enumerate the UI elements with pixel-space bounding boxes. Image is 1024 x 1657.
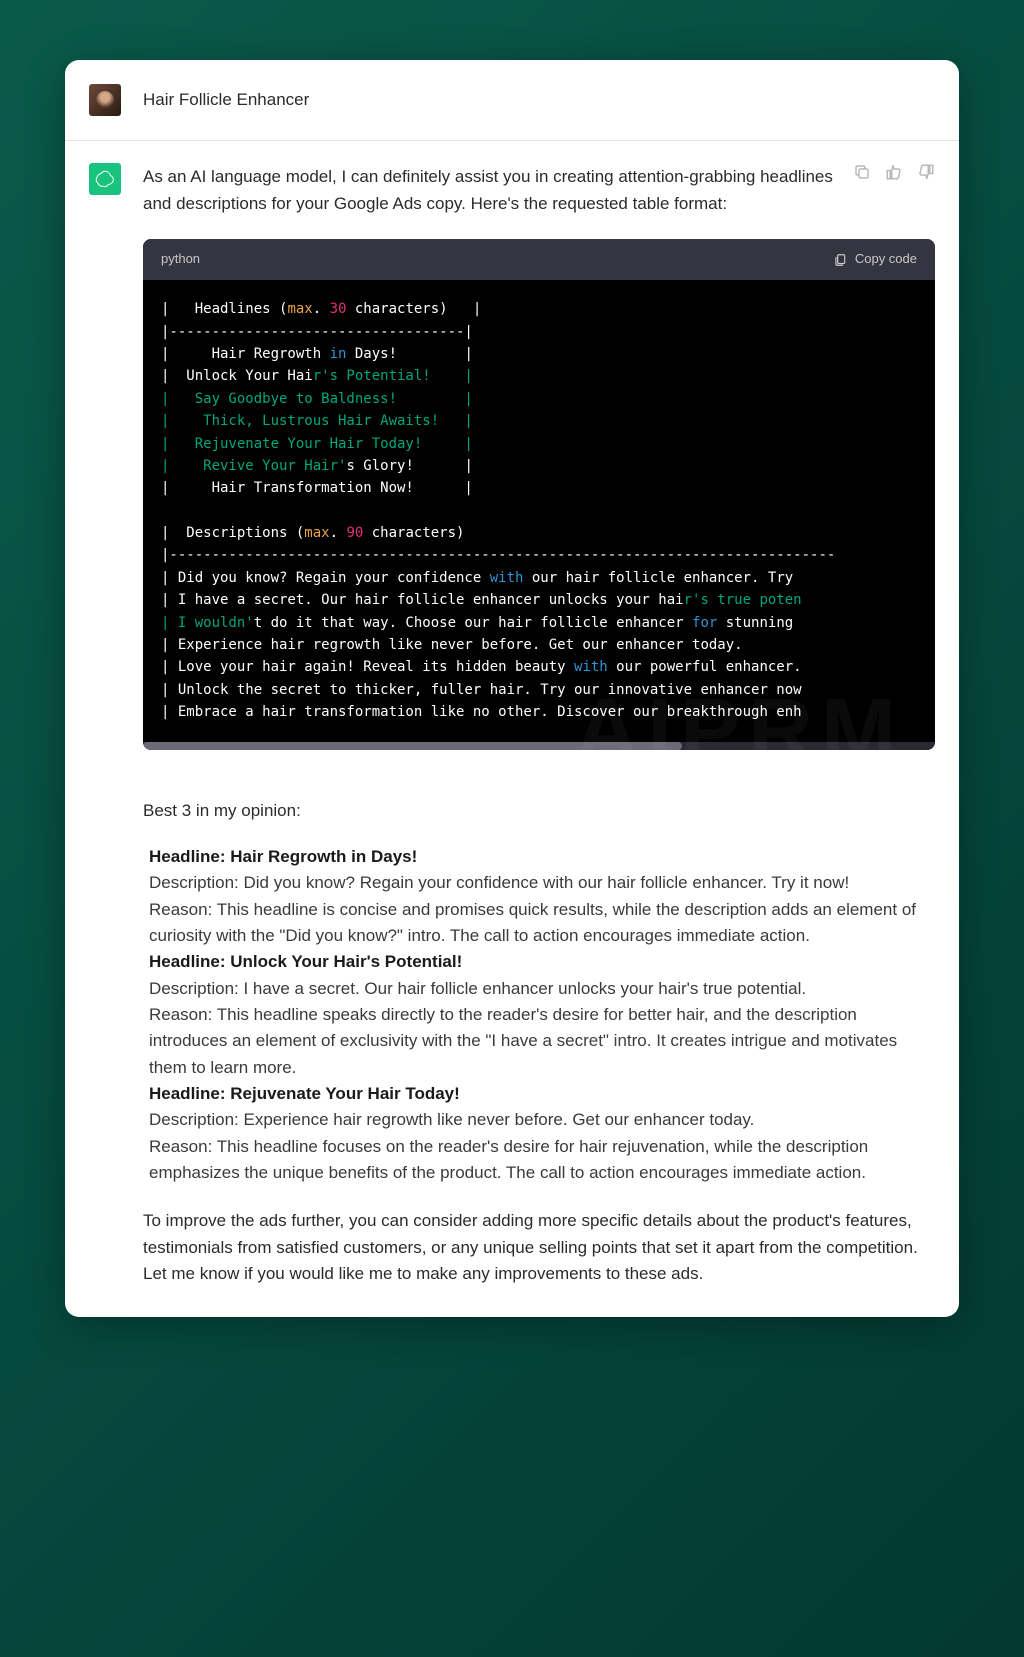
- best-list: Headline: Hair Regrowth in Days! Descrip…: [143, 844, 935, 1186]
- list-item: Headline: Hair Regrowth in Days! Descrip…: [149, 844, 935, 949]
- message-actions: [853, 163, 935, 181]
- code-scrollbar[interactable]: [143, 742, 935, 750]
- summary-intro: Best 3 in my opinion:: [143, 798, 935, 824]
- code-block-header: python Copy code: [143, 239, 935, 280]
- chat-card: Hair Follicle Enhancer As an AI language…: [65, 60, 959, 1317]
- ai-message-row: As an AI language model, I can definitel…: [65, 141, 959, 1317]
- user-message-row: Hair Follicle Enhancer: [65, 60, 959, 141]
- list-item: Headline: Unlock Your Hair's Potential! …: [149, 949, 935, 1081]
- copy-icon[interactable]: [853, 163, 871, 181]
- item-headline: Headline: Hair Regrowth in Days!: [149, 844, 935, 870]
- item-reason: Reason: This headline speaks directly to…: [149, 1002, 935, 1081]
- copy-code-button[interactable]: Copy code: [833, 249, 917, 270]
- code-body[interactable]: | Headlines (max. 30 characters) | |----…: [143, 280, 935, 741]
- user-avatar: [89, 84, 121, 116]
- item-reason: Reason: This headline is concise and pro…: [149, 897, 935, 950]
- ai-avatar-icon: [89, 163, 121, 195]
- ai-message-content: As an AI language model, I can definitel…: [143, 163, 935, 1287]
- item-headline: Headline: Unlock Your Hair's Potential!: [149, 949, 935, 975]
- list-item: Headline: Rejuvenate Your Hair Today! De…: [149, 1081, 935, 1186]
- thumbs-up-icon[interactable]: [885, 163, 903, 181]
- summary-section: Best 3 in my opinion: Headline: Hair Reg…: [143, 798, 935, 1288]
- code-lang-label: python: [161, 249, 200, 270]
- item-reason: Reason: This headline focuses on the rea…: [149, 1134, 935, 1187]
- code-scrollbar-thumb[interactable]: [143, 742, 682, 750]
- ai-intro-text: As an AI language model, I can definitel…: [143, 163, 935, 217]
- item-description: Description: I have a secret. Our hair f…: [149, 976, 935, 1002]
- item-headline: Headline: Rejuvenate Your Hair Today!: [149, 1081, 935, 1107]
- closing-text: To improve the ads further, you can cons…: [143, 1208, 935, 1287]
- item-description: Description: Did you know? Regain your c…: [149, 870, 935, 896]
- item-description: Description: Experience hair regrowth li…: [149, 1107, 935, 1133]
- copy-code-label: Copy code: [855, 249, 917, 270]
- user-message-text: Hair Follicle Enhancer: [143, 90, 309, 110]
- code-block: python Copy code | Headlines (max. 30 ch…: [143, 239, 935, 749]
- thumbs-down-icon[interactable]: [917, 163, 935, 181]
